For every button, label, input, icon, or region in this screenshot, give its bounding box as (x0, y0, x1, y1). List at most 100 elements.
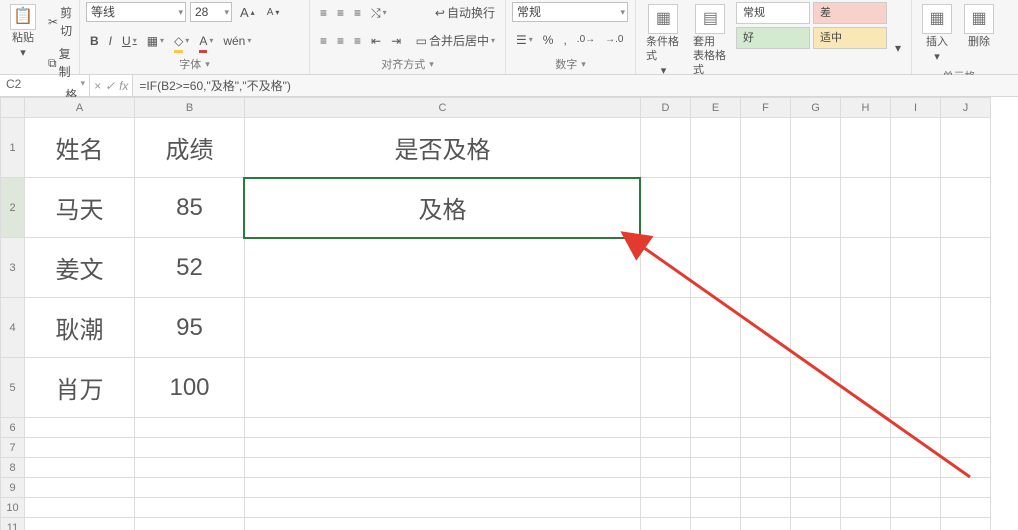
cell[interactable] (841, 178, 891, 238)
cell[interactable] (691, 498, 741, 518)
border-button[interactable]: ▦▾ (143, 30, 168, 52)
cell[interactable]: 肖万 (25, 358, 135, 418)
cell[interactable] (641, 498, 691, 518)
cell[interactable] (791, 458, 841, 478)
cell[interactable] (245, 518, 641, 530)
grid[interactable]: A B C D E F G H I J 1 姓名 成绩 是否及格 2 马天 85… (0, 97, 991, 530)
delete-cells-button[interactable]: ▦ 删除 (960, 2, 998, 51)
cell[interactable] (741, 178, 791, 238)
col-header[interactable]: F (741, 98, 791, 118)
cell[interactable] (941, 118, 991, 178)
font-color-button[interactable]: A ▾ (195, 30, 217, 52)
cell[interactable] (741, 438, 791, 458)
name-box[interactable]: C2 (0, 75, 90, 96)
cell[interactable]: 马天 (25, 178, 135, 238)
row-header[interactable]: 4 (1, 298, 25, 358)
font-size-select[interactable]: 28 (190, 2, 232, 22)
row-header[interactable]: 11 (1, 518, 25, 530)
cell[interactable] (245, 458, 641, 478)
align-right-button[interactable]: ≡ (350, 30, 365, 52)
cell[interactable] (941, 458, 991, 478)
dialog-launcher-icon[interactable]: ▾ (205, 59, 210, 70)
col-header[interactable]: G (791, 98, 841, 118)
conditional-format-button[interactable]: ▦ 条件格式▾ (642, 2, 685, 80)
cell[interactable] (841, 458, 891, 478)
col-header[interactable]: H (841, 98, 891, 118)
cell[interactable] (791, 238, 841, 298)
cell[interactable] (791, 178, 841, 238)
cell[interactable] (691, 238, 741, 298)
cell[interactable] (641, 438, 691, 458)
dialog-launcher-icon[interactable]: ▾ (429, 59, 434, 70)
underline-button[interactable]: U▾ (118, 30, 141, 52)
select-all-corner[interactable] (1, 98, 25, 118)
row-header[interactable]: 3 (1, 238, 25, 298)
cell-selected[interactable]: 及格 (245, 178, 641, 238)
cell[interactable] (941, 238, 991, 298)
cell[interactable] (691, 438, 741, 458)
currency-button[interactable]: ☰▾ (512, 29, 537, 51)
col-header[interactable]: E (691, 98, 741, 118)
cell[interactable] (941, 498, 991, 518)
cell[interactable] (135, 498, 245, 518)
cell[interactable] (791, 478, 841, 498)
cell[interactable] (891, 458, 941, 478)
decrease-indent-button[interactable]: ⇤ (367, 30, 385, 52)
cell[interactable] (741, 298, 791, 358)
cell[interactable] (641, 458, 691, 478)
cell[interactable] (841, 438, 891, 458)
cell[interactable] (841, 118, 891, 178)
cell[interactable] (25, 458, 135, 478)
phonetic-button[interactable]: wén▾ (219, 30, 255, 52)
cell[interactable] (741, 358, 791, 418)
cell[interactable] (941, 298, 991, 358)
cell[interactable] (245, 238, 641, 298)
cell[interactable] (791, 358, 841, 418)
align-top-button[interactable]: ≡ (316, 2, 331, 24)
cell[interactable] (135, 458, 245, 478)
cell[interactable] (641, 298, 691, 358)
cell[interactable] (891, 238, 941, 298)
cell[interactable] (641, 178, 691, 238)
cell[interactable]: 成绩 (135, 118, 245, 178)
cell[interactable] (791, 298, 841, 358)
cell[interactable] (941, 358, 991, 418)
insert-cells-button[interactable]: ▦ 插入▾ (918, 2, 956, 66)
cell[interactable] (25, 518, 135, 530)
cell[interactable] (641, 418, 691, 438)
col-header[interactable]: J (941, 98, 991, 118)
cell[interactable] (641, 478, 691, 498)
fill-color-button[interactable]: ◇ ▾ (170, 30, 193, 52)
cut-button[interactable]: ✂ 剪切 (44, 2, 81, 42)
italic-button[interactable]: I (105, 30, 116, 52)
col-header[interactable]: B (135, 98, 245, 118)
row-header[interactable]: 7 (1, 438, 25, 458)
cell[interactable] (691, 418, 741, 438)
row-header[interactable]: 8 (1, 458, 25, 478)
cell[interactable] (691, 298, 741, 358)
cell[interactable] (691, 518, 741, 530)
cell[interactable]: 是否及格 (245, 118, 641, 178)
cell[interactable] (891, 478, 941, 498)
formula-input[interactable] (133, 75, 1018, 96)
cell[interactable] (791, 418, 841, 438)
style-good[interactable]: 好 (736, 27, 810, 49)
styles-more-button[interactable]: ▾ (891, 37, 905, 59)
worksheet[interactable]: A B C D E F G H I J 1 姓名 成绩 是否及格 2 马天 85… (0, 97, 1018, 530)
row-header[interactable]: 5 (1, 358, 25, 418)
cell[interactable] (741, 498, 791, 518)
cell[interactable]: 100 (135, 358, 245, 418)
align-center-button[interactable]: ≡ (333, 30, 348, 52)
paste-button[interactable]: 📋 粘贴 ▾ (6, 2, 40, 62)
cell[interactable] (791, 518, 841, 530)
row-header[interactable]: 9 (1, 478, 25, 498)
font-name-select[interactable]: 等线 (86, 2, 186, 22)
cell[interactable] (891, 518, 941, 530)
cell[interactable] (841, 478, 891, 498)
col-header[interactable]: D (641, 98, 691, 118)
cell[interactable] (891, 358, 941, 418)
cell[interactable] (941, 478, 991, 498)
cell[interactable] (691, 478, 741, 498)
cell[interactable] (25, 418, 135, 438)
fx-icon[interactable]: fx (119, 79, 128, 93)
